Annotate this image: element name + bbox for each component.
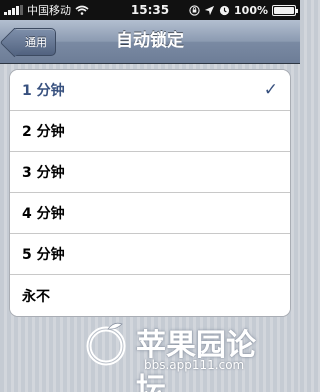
option-label: 5 分钟: [22, 247, 65, 263]
option-5-minutes[interactable]: 5 分钟: [10, 234, 290, 275]
carrier-name: 中国移动: [27, 4, 71, 17]
watermark: 苹果园论坛 bbs.app111.com: [84, 318, 274, 392]
navigation-bar: 通用 自动锁定: [0, 20, 300, 64]
rotation-lock-icon: [189, 4, 200, 16]
battery-icon: [272, 4, 298, 16]
alarm-icon: [219, 5, 230, 15]
option-3-minutes[interactable]: 3 分钟: [10, 152, 290, 193]
battery-level-fill: [274, 6, 294, 14]
forum-logo-icon: [86, 322, 126, 366]
watermark-url: bbs.app111.com: [144, 358, 245, 372]
battery-percentage: 100%: [234, 3, 268, 17]
option-label: 2 分钟: [22, 124, 65, 140]
option-1-minute[interactable]: 1 分钟 ✓: [10, 70, 290, 111]
checkmark-icon: ✓: [263, 80, 278, 100]
auto-lock-options-list: 1 分钟 ✓ 2 分钟 3 分钟 4 分钟 5 分钟 永不: [9, 69, 291, 317]
wifi-icon: [75, 5, 89, 15]
back-button-label: 通用: [25, 36, 47, 49]
back-button[interactable]: 通用: [14, 28, 56, 56]
option-label: 永不: [22, 288, 50, 305]
page-title: 自动锁定: [116, 31, 184, 51]
watermark-title: 苹果园论坛: [136, 328, 256, 392]
signal-strength-icon: [4, 5, 23, 15]
option-label: 3 分钟: [22, 165, 65, 181]
option-4-minutes[interactable]: 4 分钟: [10, 193, 290, 234]
option-never[interactable]: 永不: [10, 275, 290, 316]
option-label: 1 分钟: [22, 83, 65, 99]
option-label: 4 分钟: [22, 206, 65, 222]
status-bar: 中国移动 15:35 100%: [0, 0, 300, 20]
option-2-minutes[interactable]: 2 分钟: [10, 111, 290, 152]
location-icon: [204, 5, 215, 15]
